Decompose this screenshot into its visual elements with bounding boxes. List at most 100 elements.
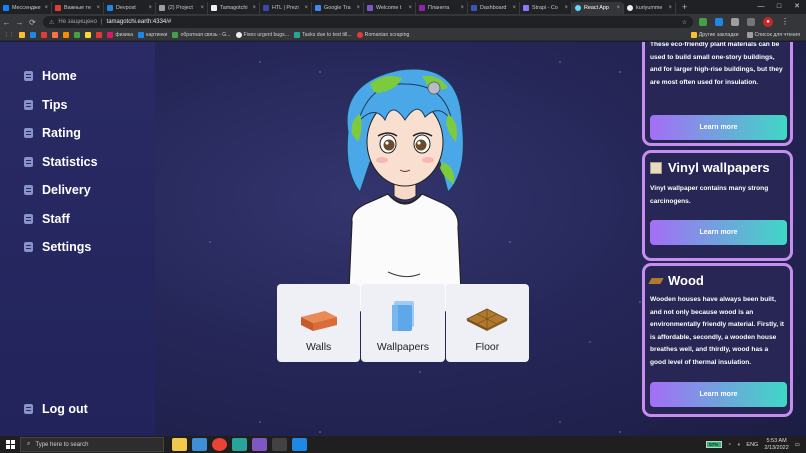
bookmark-item[interactable] — [30, 32, 37, 38]
reading-list[interactable]: Список для чтения — [746, 32, 800, 38]
browser-tab[interactable]: Планета × — [416, 2, 468, 14]
language-indicator[interactable]: ENG — [746, 442, 758, 448]
learn-more-button[interactable]: Learn more — [650, 115, 787, 140]
bookmark-item[interactable] — [41, 32, 48, 38]
sidebar-item-rating[interactable]: Rating — [24, 119, 98, 148]
battery-indicator[interactable]: 57% — [705, 441, 722, 448]
reload-icon[interactable]: ⟳ — [26, 18, 39, 27]
bookmark-item[interactable]: обратная связь - G... — [172, 32, 231, 38]
app-icon[interactable] — [252, 438, 267, 451]
settings-icon[interactable] — [272, 438, 287, 451]
browser-tab-active[interactable]: React App × — [572, 2, 624, 14]
document-icon — [24, 71, 33, 82]
document-icon — [24, 99, 33, 110]
clock[interactable]: 5:53 AM 2/13/2022 — [764, 438, 788, 452]
app-icon[interactable] — [292, 438, 307, 451]
material-walls[interactable]: Walls — [277, 284, 361, 362]
wood-icon — [648, 277, 664, 284]
maximize-button[interactable]: □ — [770, 0, 788, 14]
close-icon[interactable]: × — [616, 5, 620, 11]
url-field[interactable]: ⚠ Не защищено | tamagotchi.earth:4334/# … — [43, 16, 693, 28]
media-icon[interactable] — [747, 18, 755, 26]
file-explorer-icon[interactable] — [172, 438, 187, 451]
bookmark-item[interactable] — [74, 32, 81, 38]
material-floor[interactable]: Floor — [445, 284, 529, 362]
extension-icon[interactable] — [699, 18, 707, 26]
learn-more-button[interactable]: Learn more — [650, 382, 787, 407]
close-window-button[interactable]: ✕ — [788, 0, 806, 14]
wallpaper-icon — [650, 161, 662, 174]
bookmark-item[interactable] — [52, 32, 59, 38]
windows-start-icon[interactable] — [0, 440, 20, 449]
taskbar-search-input[interactable]: ⌕ Type here to search — [20, 437, 164, 452]
bookmark-item[interactable]: картинки — [138, 32, 167, 38]
sidebar-item-statistics[interactable]: Statistics — [24, 148, 98, 177]
forward-icon[interactable]: → — [13, 18, 26, 27]
window-controls: — □ ✕ — [752, 0, 806, 14]
sidebar-item-delivery[interactable]: Delivery — [24, 176, 98, 205]
network-icon[interactable]: ◔ — [728, 442, 731, 448]
bookmark-item[interactable]: Tasks due to test till... — [294, 32, 352, 38]
bookmark-item[interactable] — [96, 32, 103, 38]
notifications-icon[interactable]: ▭ — [795, 442, 800, 448]
sidebar-item-home[interactable]: Home — [24, 62, 98, 91]
bookmark-item[interactable]: физика — [107, 32, 133, 38]
taskbar-apps — [172, 438, 307, 451]
sidebar-item-staff[interactable]: Staff — [24, 205, 98, 234]
browser-tab[interactable]: Devpost × — [104, 2, 156, 14]
browser-tab[interactable]: Tamagotchi × — [208, 2, 260, 14]
bookmark-item[interactable]: Romanian scraping — [356, 32, 409, 38]
close-icon[interactable]: × — [252, 5, 256, 11]
close-icon[interactable]: × — [356, 5, 360, 11]
bookmark-item[interactable] — [19, 32, 26, 38]
close-icon[interactable]: × — [512, 5, 516, 11]
browser-tab[interactable]: Dashboard × — [468, 2, 520, 14]
app-viewport: Home Tips Rating Statistics Delivery Sta… — [0, 42, 806, 436]
browser-tab[interactable]: Важные те × — [52, 2, 104, 14]
bookmark-favicon-icon — [52, 32, 59, 38]
close-icon[interactable]: × — [200, 5, 204, 11]
close-icon[interactable]: × — [304, 5, 308, 11]
puzzle-icon[interactable] — [731, 18, 739, 26]
extension-icon[interactable] — [715, 18, 723, 26]
browser-tab[interactable]: kuriyumme × — [624, 2, 676, 14]
browser-tab[interactable]: HTL | Prezi × — [260, 2, 312, 14]
sidebar-item-settings[interactable]: Settings — [24, 233, 98, 262]
browser-tab[interactable]: Welcome t × — [364, 2, 416, 14]
close-icon[interactable]: × — [44, 5, 48, 11]
browser-tab[interactable]: Мессенджер × — [0, 2, 52, 14]
bookmark-favicon-icon — [19, 32, 26, 38]
close-icon[interactable]: × — [148, 5, 152, 11]
minimize-button[interactable]: — — [752, 0, 770, 14]
bookmark-item[interactable] — [63, 32, 70, 38]
bookmark-item[interactable] — [85, 32, 92, 38]
bookmark-item[interactable]: Fixes urgent bugs... — [235, 32, 289, 38]
close-icon[interactable]: × — [408, 5, 412, 11]
store-icon[interactable] — [192, 438, 207, 451]
tab-favicon-icon — [3, 5, 9, 11]
menu-icon[interactable]: ⋮ — [781, 18, 789, 26]
tab-favicon-icon — [263, 5, 269, 11]
bookmark-star-icon[interactable]: ☆ — [682, 19, 687, 26]
other-bookmarks[interactable]: Другие закладки — [690, 32, 739, 38]
sidebar-nav: Home Tips Rating Statistics Delivery Sta… — [24, 62, 98, 262]
browser-tab[interactable]: Google Tra × — [312, 2, 364, 14]
taskbar: ⌕ Type here to search 57% ◔ ◖ ENG 5:53 A… — [0, 436, 806, 453]
logout-button[interactable]: Log out — [24, 395, 88, 424]
close-icon[interactable]: × — [96, 5, 100, 11]
browser-tab[interactable]: (2) Project × — [156, 2, 208, 14]
close-icon[interactable]: × — [564, 5, 568, 11]
app-icon[interactable] — [232, 438, 247, 451]
sidebar-item-tips[interactable]: Tips — [24, 91, 98, 120]
new-tab-button[interactable]: + — [676, 2, 693, 14]
close-icon[interactable]: × — [668, 5, 672, 11]
learn-more-button[interactable]: Learn more — [650, 220, 787, 245]
browser-tab[interactable]: Strapi - Co × — [520, 2, 572, 14]
apps-icon[interactable]: ⋮⋮ — [4, 32, 14, 38]
back-icon[interactable]: ← — [0, 18, 13, 27]
volume-icon[interactable]: ◖ — [737, 442, 740, 448]
material-wallpapers[interactable]: Wallpapers — [361, 284, 445, 362]
chrome-icon[interactable] — [212, 438, 227, 451]
close-icon[interactable]: × — [460, 5, 464, 11]
profile-avatar[interactable]: ● — [763, 17, 773, 27]
